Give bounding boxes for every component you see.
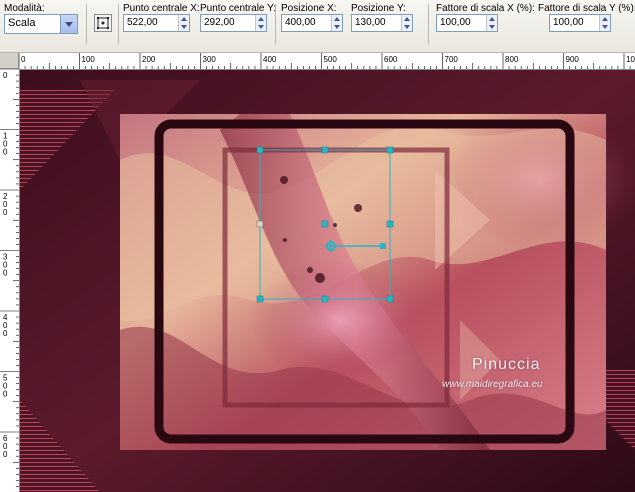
spinner-icon[interactable]: [599, 15, 610, 31]
ruler-label: 0: [3, 208, 8, 217]
position-y-field[interactable]: 130,00: [351, 14, 413, 32]
chevron-down-icon[interactable]: [60, 15, 77, 33]
ruler-label: 400: [263, 55, 277, 64]
ruler-label: 800: [505, 55, 519, 64]
image-canvas[interactable]: Pinuccia www.maidiregrafica.eu: [20, 70, 635, 492]
scale-x-field[interactable]: 100,00: [436, 14, 498, 32]
tool-options-bar: Modalità: Scala Punto centrale X: 522,00…: [0, 0, 635, 53]
ruler-label: 700: [445, 55, 459, 64]
scale-y-value: 100,00: [553, 17, 584, 28]
ruler-label: 0: [3, 329, 8, 338]
ruler-label: 600: [384, 55, 398, 64]
pick-center-button[interactable]: [94, 14, 112, 32]
ruler-label: 0: [3, 71, 8, 80]
pick-center-icon: [97, 17, 109, 29]
spinner-icon[interactable]: [255, 15, 266, 31]
position-x-label: Posizione X:: [281, 3, 337, 14]
ruler-corner: [0, 53, 19, 69]
toolbar-separator: [275, 4, 276, 44]
position-x-value: 400,00: [285, 17, 316, 28]
scale-y-field[interactable]: 100,00: [549, 14, 611, 32]
center-x-field[interactable]: 522,00: [123, 14, 190, 32]
center-y-value: 292,00: [204, 17, 235, 28]
spinner-icon[interactable]: [331, 15, 342, 31]
ruler-label: 0: [3, 390, 8, 399]
scale-y-label: Fattore di scala Y (%):: [538, 3, 635, 14]
vertical-ruler: 0100200300400500600: [0, 69, 20, 492]
ruler-label: 900: [566, 55, 580, 64]
mode-label: Modalità:: [4, 3, 45, 14]
center-x-label: Punto centrale X:: [123, 3, 200, 14]
artwork-image: [20, 70, 635, 492]
ruler-label: 1000: [626, 55, 635, 64]
mode-select[interactable]: Scala: [4, 14, 78, 34]
horizontal-ruler-scale: 0 100 200 300 400 500 600 700 800 900 1000: [19, 53, 635, 69]
ruler-label: 300: [203, 55, 217, 64]
position-y-value: 130,00: [355, 17, 386, 28]
ruler-label: 0: [3, 450, 8, 459]
ruler-label: 500: [324, 55, 338, 64]
spinner-icon[interactable]: [401, 15, 412, 31]
ruler-label: 0: [21, 55, 26, 64]
vertical-ruler-scale: 0100200300400500600: [0, 69, 19, 487]
toolbar-separator: [428, 4, 429, 44]
toolbar-separator: [118, 4, 119, 44]
spinner-icon[interactable]: [178, 15, 189, 31]
center-x-value: 522,00: [127, 17, 158, 28]
center-y-label: Punto centrale Y:: [200, 3, 276, 14]
position-x-field[interactable]: 400,00: [281, 14, 343, 32]
watermark-name: Pinuccia: [472, 356, 541, 373]
ruler-label: 200: [142, 55, 156, 64]
ruler-label: 0: [3, 148, 8, 157]
scale-x-label: Fattore di scala X (%):: [436, 3, 535, 14]
ruler-label: 0: [3, 269, 8, 278]
center-y-field[interactable]: 292,00: [200, 14, 267, 32]
watermark-url: www.maidiregrafica.eu: [442, 379, 543, 390]
horizontal-ruler: 0 100 200 300 400 500 600 700 800 900 1000: [19, 53, 635, 70]
spinner-icon[interactable]: [486, 15, 497, 31]
position-y-label: Posizione Y:: [351, 3, 406, 14]
toolbar-separator: [86, 4, 87, 44]
scale-x-value: 100,00: [440, 17, 471, 28]
ruler-label: 100: [82, 55, 96, 64]
mode-select-value: Scala: [8, 17, 36, 29]
